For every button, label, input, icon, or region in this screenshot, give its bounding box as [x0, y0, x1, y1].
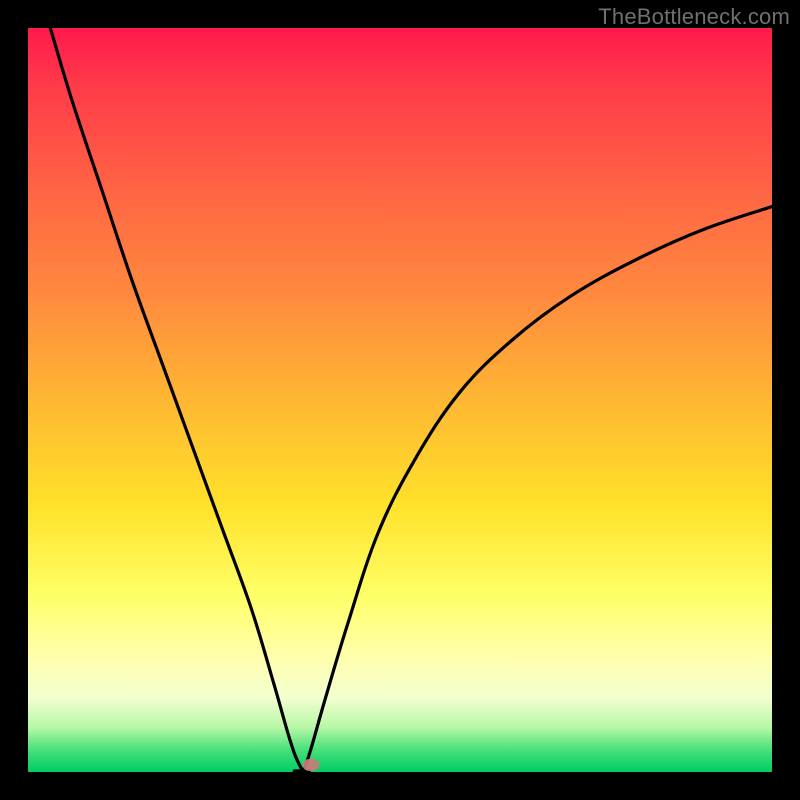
bottleneck-curve [28, 28, 772, 772]
watermark-text: TheBottleneck.com [598, 4, 790, 30]
plot-area [28, 28, 772, 772]
chart-frame: TheBottleneck.com [0, 0, 800, 800]
vertex-marker [303, 759, 319, 771]
